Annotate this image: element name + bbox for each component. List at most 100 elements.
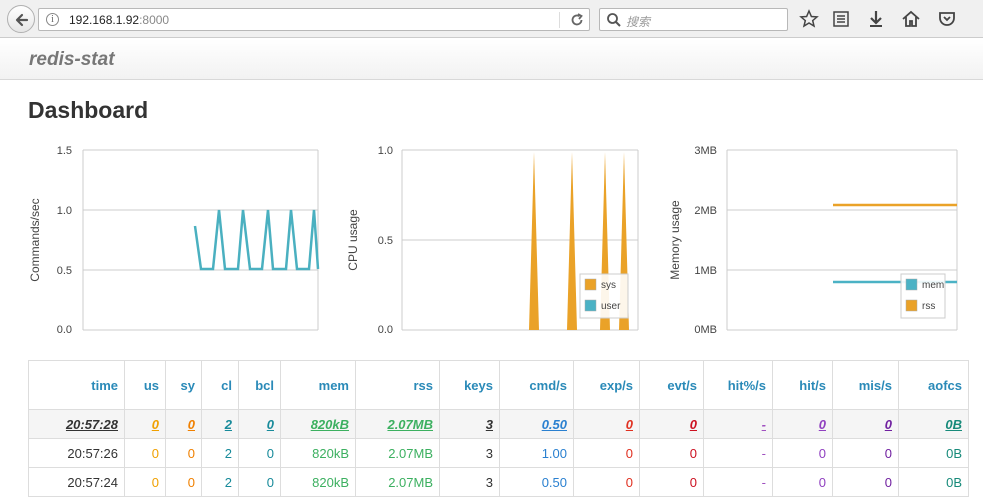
- table-cell-hits: 0: [772, 409, 833, 439]
- header-keys: keys: [439, 360, 500, 410]
- commands-tick-1.0: 1.0: [57, 205, 72, 217]
- memory-legend-rss: rss: [922, 301, 935, 312]
- url-bar[interactable]: i 192.168.1.92:8000: [38, 8, 590, 31]
- table-cell-miss: 0: [832, 409, 899, 439]
- table-cell-evts: 0: [639, 409, 704, 439]
- back-button[interactable]: [7, 5, 35, 33]
- header-mem: mem: [280, 360, 356, 410]
- cpu-chart: CPU usage 1.0 0.5 0.0 sys user: [346, 145, 639, 336]
- table-cell-exps: 0: [573, 467, 640, 497]
- header-cl: cl: [201, 360, 239, 410]
- table-cell-hits: 0: [772, 467, 833, 497]
- cpu-legend: sys user: [579, 273, 629, 319]
- header-hit: hit/s: [772, 360, 833, 410]
- download-icon[interactable]: [866, 9, 886, 29]
- reload-icon[interactable]: [569, 12, 585, 28]
- header-sy: sy: [165, 360, 202, 410]
- memory-legend: mem rss: [900, 273, 946, 319]
- commands-series-line: [193, 209, 320, 271]
- commands-tick-0.0: 0.0: [57, 324, 72, 336]
- brand-link[interactable]: redis-stat: [29, 49, 115, 71]
- cpu-legend-user: user: [601, 301, 621, 312]
- bookmark-star-icon[interactable]: [799, 9, 819, 29]
- table-cell-exps: 0: [573, 409, 640, 439]
- table-cell-time: 20:57:24: [28, 467, 125, 497]
- table-cell-exps: 0: [573, 438, 640, 468]
- commands-tick-0.5: 0.5: [57, 265, 72, 277]
- home-icon[interactable]: [901, 9, 921, 29]
- table-row: 20:57:28 0 0 2 0 820kB 2.07MB 3 0.50 0 0-0 0 0B: [28, 409, 969, 439]
- table-cell-hits: -: [703, 409, 773, 439]
- table-cell-mem: 820kB: [280, 467, 356, 497]
- cpu-tick-1.0: 1.0: [378, 145, 393, 157]
- browser-toolbar: i 192.168.1.92:8000 搜索: [0, 0, 983, 38]
- back-arrow-icon: [15, 13, 29, 27]
- table-cell-mem: 820kB: [280, 438, 356, 468]
- memory-tick-2MB: 2MB: [694, 205, 717, 217]
- commands-ylabel: Commands/sec: [28, 198, 42, 281]
- table-cell-cmds: 0.50: [499, 409, 574, 439]
- header-hitpct: hit%/s: [703, 360, 773, 410]
- cpu-tick-0.5: 0.5: [378, 235, 393, 247]
- table-cell-keys: 3: [439, 438, 500, 468]
- reading-list-icon[interactable]: [831, 9, 851, 29]
- header-time: time: [28, 360, 125, 410]
- commands-chart: Commands/sec 1.5 1.0 0.5 0.0: [28, 145, 320, 336]
- table-cell-bcl: 0: [238, 438, 281, 468]
- app-navbar: redis-stat: [0, 39, 983, 80]
- table-cell-cl: 2: [201, 409, 239, 439]
- table-cell-rss: 2.07MB: [355, 467, 440, 497]
- header-mis: mis/s: [832, 360, 899, 410]
- table-cell-evts: 0: [639, 438, 704, 468]
- table-cell-us: 0: [124, 409, 166, 439]
- table-cell-hits: -: [703, 438, 773, 468]
- header-evt: evt/s: [639, 360, 704, 410]
- table-cell-aofcs: 0B: [898, 467, 969, 497]
- memory-ylabel: Memory usage: [668, 200, 682, 280]
- header-aofcs: aofcs: [898, 360, 969, 410]
- cpu-legend-sys: sys: [601, 280, 616, 291]
- table-cell-cl: 2: [201, 467, 239, 497]
- table-cell-us: 0: [124, 467, 166, 497]
- table-row: 20:57:26 0 0 2 0 820kB 2.07MB 3 1.00 0 0-0 0 0B: [28, 438, 969, 468]
- table-row: 20:57:24 0 0 2 0 820kB 2.07MB 3 0.50 0 0-0 0 0B: [28, 467, 969, 497]
- table-cell-miss: 0: [832, 438, 899, 468]
- table-cell-miss: 0: [832, 467, 899, 497]
- table-cell-sy: 0: [165, 409, 202, 439]
- memory-tick-3MB: 3MB: [694, 145, 717, 157]
- table-cell-aofcs: 0B: [898, 438, 969, 468]
- table-cell-hits: 0: [772, 438, 833, 468]
- table-cell-sy: 0: [165, 467, 202, 497]
- header-cmd: cmd/s: [499, 360, 574, 410]
- table-cell-bcl: 0: [238, 467, 281, 497]
- cpu-ylabel: CPU usage: [346, 209, 360, 271]
- table-cell-keys: 3: [439, 409, 500, 439]
- table-cell-cl: 2: [201, 438, 239, 468]
- table-cell-evts: 0: [639, 467, 704, 497]
- search-placeholder: 搜索: [626, 15, 651, 29]
- info-icon[interactable]: i: [46, 13, 59, 26]
- search-bar[interactable]: 搜索: [599, 8, 788, 31]
- table-header-row: time us sy cl bcl mem rss keys cmd/s exp…: [28, 360, 969, 410]
- table-cell-hits: -: [703, 467, 773, 497]
- memory-tick-0MB: 0MB: [694, 324, 717, 336]
- table-cell-mem: 820kB: [280, 409, 356, 439]
- url-text: 192.168.1.92:8000: [69, 13, 170, 27]
- table-cell-sy: 0: [165, 438, 202, 468]
- table-cell-keys: 3: [439, 467, 500, 497]
- table-cell-aofcs: 0B: [898, 409, 969, 439]
- cpu-tick-0.0: 0.0: [378, 324, 393, 336]
- table-cell-time: 20:57:28: [28, 409, 125, 439]
- table-cell-bcl: 0: [238, 409, 281, 439]
- search-icon: [607, 13, 621, 27]
- table-cell-cmds: 1.00: [499, 438, 574, 468]
- pocket-icon[interactable]: [937, 9, 957, 29]
- table-cell-rss: 2.07MB: [355, 409, 440, 439]
- header-exp: exp/s: [573, 360, 640, 410]
- memory-chart: Memory usage 3MB 2MB 1MB 0MB mem rss: [668, 145, 958, 336]
- memory-legend-mem: mem: [922, 280, 944, 291]
- header-rss: rss: [355, 360, 440, 410]
- header-bcl: bcl: [238, 360, 281, 410]
- table-cell-time: 20:57:26: [28, 438, 125, 468]
- memory-tick-1MB: 1MB: [694, 265, 717, 277]
